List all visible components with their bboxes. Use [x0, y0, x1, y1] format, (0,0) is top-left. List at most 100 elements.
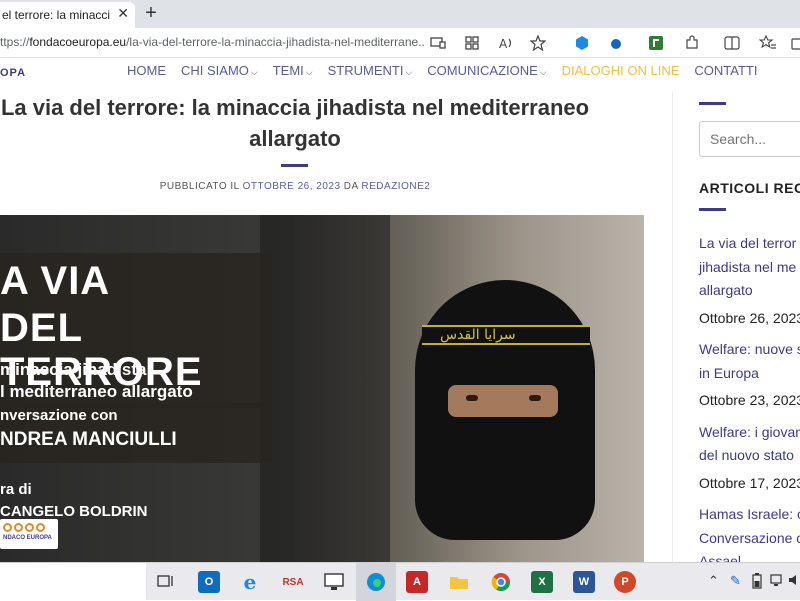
hero-line2: DEL TERRORE — [0, 306, 203, 394]
article-title: La via del terrore: la minaccia jihadist… — [0, 95, 590, 151]
favorites-list-icon[interactable] — [758, 33, 778, 53]
browser-tab-bar: el terrore: la minaccia jiha ✕ + — [0, 0, 800, 28]
hero-band-text: سرايا القدس — [440, 327, 516, 343]
menu-item-label: CHI SIAMO — [181, 62, 249, 78]
menu-item-contatti[interactable]: CONTATTI — [694, 63, 757, 78]
excel-icon[interactable]: X — [531, 571, 553, 593]
menu-item-chi-siamo[interactable]: CHI SIAMO ⌵ — [181, 63, 258, 78]
svg-text:A: A — [499, 37, 508, 50]
meta-date-link[interactable]: OTTOBRE 26, 2023 — [243, 181, 341, 192]
recent-article-date: Ottobre 17, 2023 — [699, 474, 800, 491]
hero-conv2: NDREA MANCIULLI — [0, 429, 177, 450]
app-grid-icon[interactable] — [462, 33, 482, 53]
hero-line1: A VIA — [0, 259, 111, 303]
recent-articles-heading: ARTICOLI RECENTI — [699, 180, 800, 196]
url-prefix: ttps:// — [0, 35, 30, 49]
edge-icon[interactable] — [365, 571, 387, 593]
hero-conversation-panel: nversazione con NDREA MANCIULLI — [0, 403, 272, 463]
powerpoint-icon[interactable]: P — [614, 571, 636, 593]
recent-articles-list: La via del terror jihadista nel me allarga… — [699, 232, 800, 574]
hero-conv1: nversazione con — [0, 407, 118, 424]
search-input[interactable] — [699, 121, 800, 157]
hero-cura2: CANGELO BOLDRIN — [0, 503, 148, 520]
recent-article-link[interactable]: Welfare: nuove s in Europa — [699, 338, 800, 385]
sidebar: ARTICOLI RECENTI La via del terror jihadi… — [672, 92, 800, 569]
menu-item-label: HOME — [127, 62, 166, 78]
recent-article-title-line: in Europa — [699, 364, 759, 381]
recent-article-title-line: Hamas Israele: c — [699, 506, 800, 522]
extensions-puzzle-icon[interactable] — [682, 33, 702, 53]
hero-title-panel: A VIA DEL TERRORE minaccia jihadista l m… — [0, 253, 272, 408]
split-screen-icon[interactable] — [722, 33, 742, 53]
chevron-down-icon: ⌵ — [539, 66, 547, 77]
hero-line3: minaccia jihadista — [0, 360, 147, 379]
recent-article-title-line: Welfare: i giovan — [699, 423, 800, 440]
browser-tab[interactable]: el terrore: la minaccia jiha ✕ — [0, 2, 135, 28]
address-bar: ttps://fondacoeuropa.eu/la-via-del-terro… — [0, 28, 800, 58]
file-explorer-icon[interactable] — [448, 571, 470, 593]
sidebar-divider — [699, 102, 726, 105]
favorite-star-icon[interactable] — [528, 33, 548, 53]
task-view-icon[interactable] — [155, 571, 177, 593]
recent-article-link[interactable]: Welfare: i giovan del nuovo stato — [699, 421, 800, 468]
menu-item-comunicazione[interactable]: COMUNICAZIONE ⌵ — [427, 63, 546, 78]
site-logo[interactable]: OPA — [0, 67, 26, 79]
collections-icon[interactable] — [786, 33, 800, 53]
read-aloud-icon[interactable]: A — [496, 33, 516, 53]
menu-item-temi[interactable]: TEMI ⌵ — [273, 63, 313, 78]
battery-icon[interactable] — [752, 573, 762, 592]
pen-icon[interactable]: ✎ — [730, 573, 741, 589]
chrome-icon[interactable] — [490, 571, 512, 593]
title-divider — [281, 164, 308, 167]
article-meta: PUBBLICATO IL OTTOBRE 26, 2023 DA REDAZI… — [0, 181, 590, 192]
outlook-icon[interactable]: O — [198, 571, 220, 593]
rsa-icon[interactable]: RSA — [280, 571, 306, 593]
recent-article-link[interactable]: La via del terror jihadista nel me allarga… — [699, 232, 800, 303]
recent-divider — [699, 208, 726, 211]
taskbar-search-area[interactable] — [0, 563, 146, 601]
monitor-app-icon[interactable] — [323, 571, 345, 593]
meta-author-link[interactable]: REDAZIONE2 — [361, 181, 430, 192]
acrobat-icon[interactable]: A — [406, 571, 428, 593]
hero-masked-figure: سرايا القدس — [370, 255, 630, 562]
url-path: /la-via-del-terrore-la-minaccia-jihadist… — [126, 35, 426, 49]
url-field[interactable]: ttps://fondacoeuropa.eu/la-via-del-terro… — [0, 35, 426, 49]
extension-hex-icon[interactable] — [572, 33, 592, 53]
close-tab-icon[interactable]: ✕ — [117, 5, 129, 22]
recent-article-date: Ottobre 26, 2023 — [699, 309, 800, 326]
hero-fondaco-logo: NDACO EUROPA — [0, 519, 58, 549]
article: La via del terrore: la minaccia jihadist… — [0, 92, 672, 562]
word-icon[interactable]: W — [573, 571, 595, 593]
menu-item-label: TEMI — [272, 62, 304, 78]
main-menu: HOME CHI SIAMO ⌵ TEMI ⌵ STRUMENTI ⌵ COMUNICAZIO… — [127, 58, 757, 82]
menu-item-label: STRUMENTI — [327, 62, 404, 78]
tray-chevron-icon[interactable]: ⌃ — [708, 573, 719, 589]
hero-line4: l mediterraneo allargato — [0, 382, 193, 401]
new-tab-button[interactable]: + — [140, 1, 162, 25]
hero-cura1: ra di — [0, 481, 32, 498]
menu-item-label: DIALOGHI ON LINE — [561, 62, 680, 78]
recent-article-date: Ottobre 23, 2023 — [699, 392, 800, 408]
recent-article-title-line: La via del terror — [699, 235, 797, 251]
recent-article-title-line: del nuovo stato — [699, 447, 794, 463]
tab-title: el terrore: la minaccia jiha — [2, 8, 110, 22]
extension-drop-icon[interactable] — [606, 33, 626, 53]
internet-explorer-icon[interactable]: e — [239, 570, 261, 594]
menu-item-label: COMUNICAZIONE — [427, 62, 538, 78]
site-navigation: OPA HOME CHI SIAMO ⌵ TEMI ⌵ STRUMENTI ⌵ COMUNIC… — [0, 58, 800, 92]
network-icon[interactable] — [770, 573, 782, 590]
reader-view-icon[interactable] — [428, 33, 448, 53]
meta-prefix: PUBBLICATO IL — [159, 181, 243, 192]
recent-article-title-line: allargato — [699, 282, 753, 298]
chevron-down-icon: ⌵ — [305, 66, 313, 77]
menu-item-dialoghi-on-line[interactable]: DIALOGHI ON LINE — [562, 63, 680, 78]
chevron-down-icon: ⌵ — [405, 66, 413, 77]
menu-item-label: CONTATTI — [694, 62, 758, 78]
extension-green-icon[interactable] — [646, 33, 666, 53]
windows-taskbar: O e RSA A X W P ⌃ ✎ — [0, 562, 800, 601]
recent-article-title-line: Conversazione c — [699, 529, 800, 546]
recent-article-title-line: Welfare: nuove s — [699, 341, 800, 357]
menu-item-strumenti[interactable]: STRUMENTI ⌵ — [328, 63, 413, 78]
menu-item-home[interactable]: HOME — [127, 63, 166, 78]
volume-icon[interactable] — [788, 573, 800, 590]
